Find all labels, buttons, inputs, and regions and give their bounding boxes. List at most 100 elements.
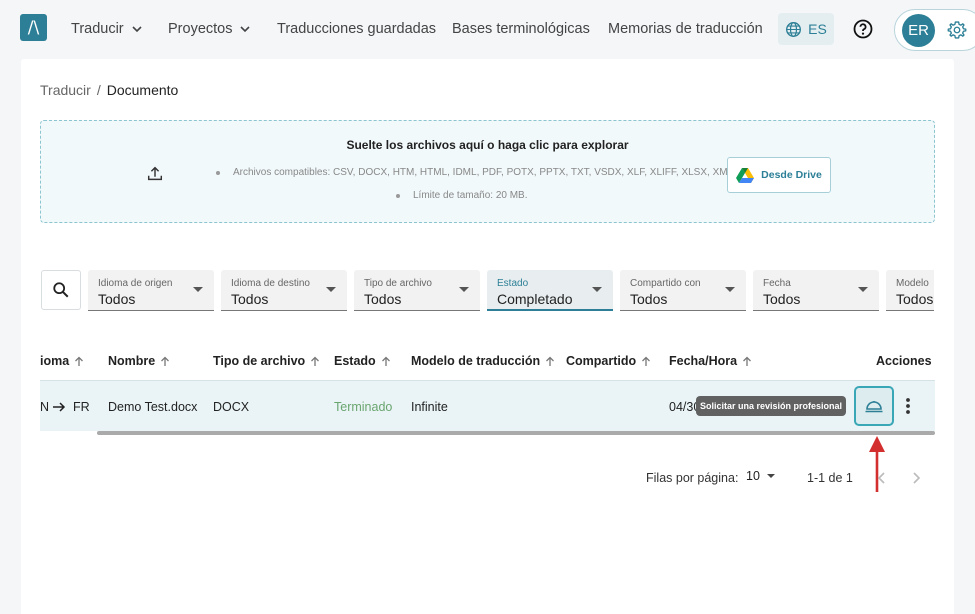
more-options-icon[interactable]: [899, 394, 917, 418]
pagination-range: 1-1 de 1: [807, 471, 853, 485]
sort-arrow-icon: [75, 356, 84, 366]
arrow-right-icon: [53, 402, 66, 412]
cell-source-language: N: [40, 400, 50, 414]
column-title: Tipo de archivo: [213, 354, 306, 368]
filter-label: Tipo de archivo: [364, 278, 432, 289]
search-icon: [53, 282, 69, 298]
filter-value: Completado: [497, 291, 573, 307]
nav-traducciones-guardadas[interactable]: Traducciones guardadas: [277, 21, 436, 37]
sort-arrow-icon: [381, 356, 390, 366]
nav-memorias-de-traduccion-label: Memorias de traducción: [608, 21, 763, 37]
service-bell-icon: [865, 401, 883, 413]
breadcrumb-separator: /: [96, 82, 101, 98]
dropdown-arrow-icon: [725, 287, 735, 292]
filter-shared-with[interactable]: Compartido con Todos: [620, 270, 746, 311]
tooltip: Solicitar una revisión profesional: [696, 396, 846, 416]
column-title: Nombre: [108, 354, 156, 368]
nav-traducir-label: Traducir: [71, 21, 124, 37]
filter-value: Todos: [763, 291, 801, 307]
nav-memorias-de-traduccion[interactable]: Memorias de traducción: [608, 21, 763, 37]
search-button[interactable]: [41, 270, 81, 310]
column-title: Estado: [334, 354, 376, 368]
column-header-shared[interactable]: Compartido: [566, 354, 651, 368]
filter-value: Todos: [231, 291, 269, 307]
dropdown-arrow-icon: [326, 287, 336, 292]
upload-icon: [147, 166, 163, 181]
filter-label: Fecha: [763, 278, 791, 289]
breadcrumb-parent[interactable]: Traducir: [40, 82, 91, 98]
nav-traducir[interactable]: Traducir: [71, 21, 142, 37]
chevron-down-icon: [132, 26, 142, 33]
sort-arrow-icon: [743, 356, 752, 366]
breadcrumb: Traducir / Documento: [40, 82, 178, 98]
sort-arrow-icon: [642, 356, 651, 366]
filter-value: Todos: [630, 291, 668, 307]
top-navigation-bar: /\ Traducir Proyectos Traducciones guard…: [0, 0, 975, 58]
dropdown-arrow-icon: [193, 287, 203, 292]
language-selector[interactable]: ES: [778, 13, 834, 45]
column-header-status[interactable]: Estado: [334, 354, 391, 368]
avatar[interactable]: ER: [902, 14, 935, 47]
column-title: Compartido: [566, 354, 637, 368]
filter-model[interactable]: Modelo Todos: [886, 270, 934, 311]
sort-arrow-icon: [546, 356, 555, 366]
column-title: ioma: [40, 354, 70, 368]
filter-source-language[interactable]: Idioma de origen Todos: [88, 270, 214, 311]
app-logo[interactable]: /\: [20, 14, 47, 41]
horizontal-scrollbar[interactable]: [97, 431, 935, 435]
rows-per-page-select[interactable]: 10: [746, 469, 775, 483]
column-header-actions: Acciones: [876, 354, 932, 368]
dropdown-arrow-icon: [592, 287, 602, 292]
filter-value: Todos: [896, 291, 934, 307]
nav-proyectos[interactable]: Proyectos: [168, 21, 251, 37]
cell-name: Demo Test.docx: [108, 400, 198, 414]
rows-per-page-label: Filas por página:: [646, 471, 739, 485]
column-header-date[interactable]: Fecha/Hora: [669, 354, 752, 368]
column-title: Acciones: [876, 354, 932, 368]
google-drive-icon: [736, 168, 755, 183]
filter-label: Idioma de destino: [231, 278, 310, 289]
filter-label: Modelo: [896, 278, 929, 289]
column-header-name[interactable]: Nombre: [108, 354, 170, 368]
documents-table: ioma Nombre Tipo de archivo Estado Model…: [40, 340, 935, 435]
profile-menu[interactable]: ER: [894, 9, 975, 51]
filter-label: Estado: [497, 278, 529, 289]
column-header-file-type[interactable]: Tipo de archivo: [213, 354, 320, 368]
sort-arrow-icon: [311, 356, 320, 366]
filter-model-clipped: Modelo Todos: [886, 270, 934, 311]
dropzone-title: Suelte los archivos aquí o haga clic par…: [346, 138, 629, 152]
gear-icon[interactable]: [947, 20, 967, 40]
column-header-model[interactable]: Modelo de traducción: [411, 354, 555, 368]
filter-date[interactable]: Fecha Todos: [753, 270, 879, 311]
filter-label: Compartido con: [630, 278, 701, 289]
filter-file-type[interactable]: Tipo de archivo Todos: [354, 270, 480, 311]
nav-traducciones-guardadas-label: Traducciones guardadas: [277, 21, 437, 37]
breadcrumb-current: Documento: [106, 82, 179, 98]
drive-button-label: Desde Drive: [761, 169, 822, 181]
nav-bases-terminologicas-label: Bases terminológicas: [452, 21, 590, 37]
upload-requirements: Archivos compatibles: CSV, DOCX, HTM, HT…: [214, 167, 733, 213]
nav-proyectos-label: Proyectos: [168, 21, 233, 37]
file-dropzone[interactable]: Suelte los archivos aquí o haga clic par…: [40, 120, 935, 223]
cell-status: Terminado: [334, 400, 393, 414]
previous-page-icon[interactable]: [874, 469, 890, 487]
filter-value: Todos: [364, 291, 402, 307]
column-header-language[interactable]: ioma: [40, 354, 84, 368]
chevron-down-icon: [240, 26, 251, 33]
cell-model: Infinite: [411, 400, 448, 414]
google-drive-button[interactable]: Desde Drive: [727, 157, 831, 193]
dropdown-arrow-icon: [858, 287, 868, 292]
request-professional-review-button[interactable]: [854, 386, 894, 426]
rows-per-page-value: 10: [746, 469, 760, 483]
next-page-icon[interactable]: [908, 469, 924, 487]
filter-status[interactable]: Estado Completado: [487, 270, 613, 311]
size-limit: Límite de tamaño: 20 MB.: [394, 190, 733, 201]
nav-bases-terminologicas[interactable]: Bases terminológicas: [452, 21, 590, 37]
sort-arrow-icon: [161, 356, 170, 366]
dropdown-arrow-icon: [459, 287, 469, 292]
filter-target-language[interactable]: Idioma de destino Todos: [221, 270, 347, 311]
help-icon[interactable]: [853, 19, 873, 39]
column-title: Fecha/Hora: [669, 354, 738, 368]
dropdown-arrow-icon: [766, 474, 775, 478]
globe-icon: [786, 21, 802, 37]
